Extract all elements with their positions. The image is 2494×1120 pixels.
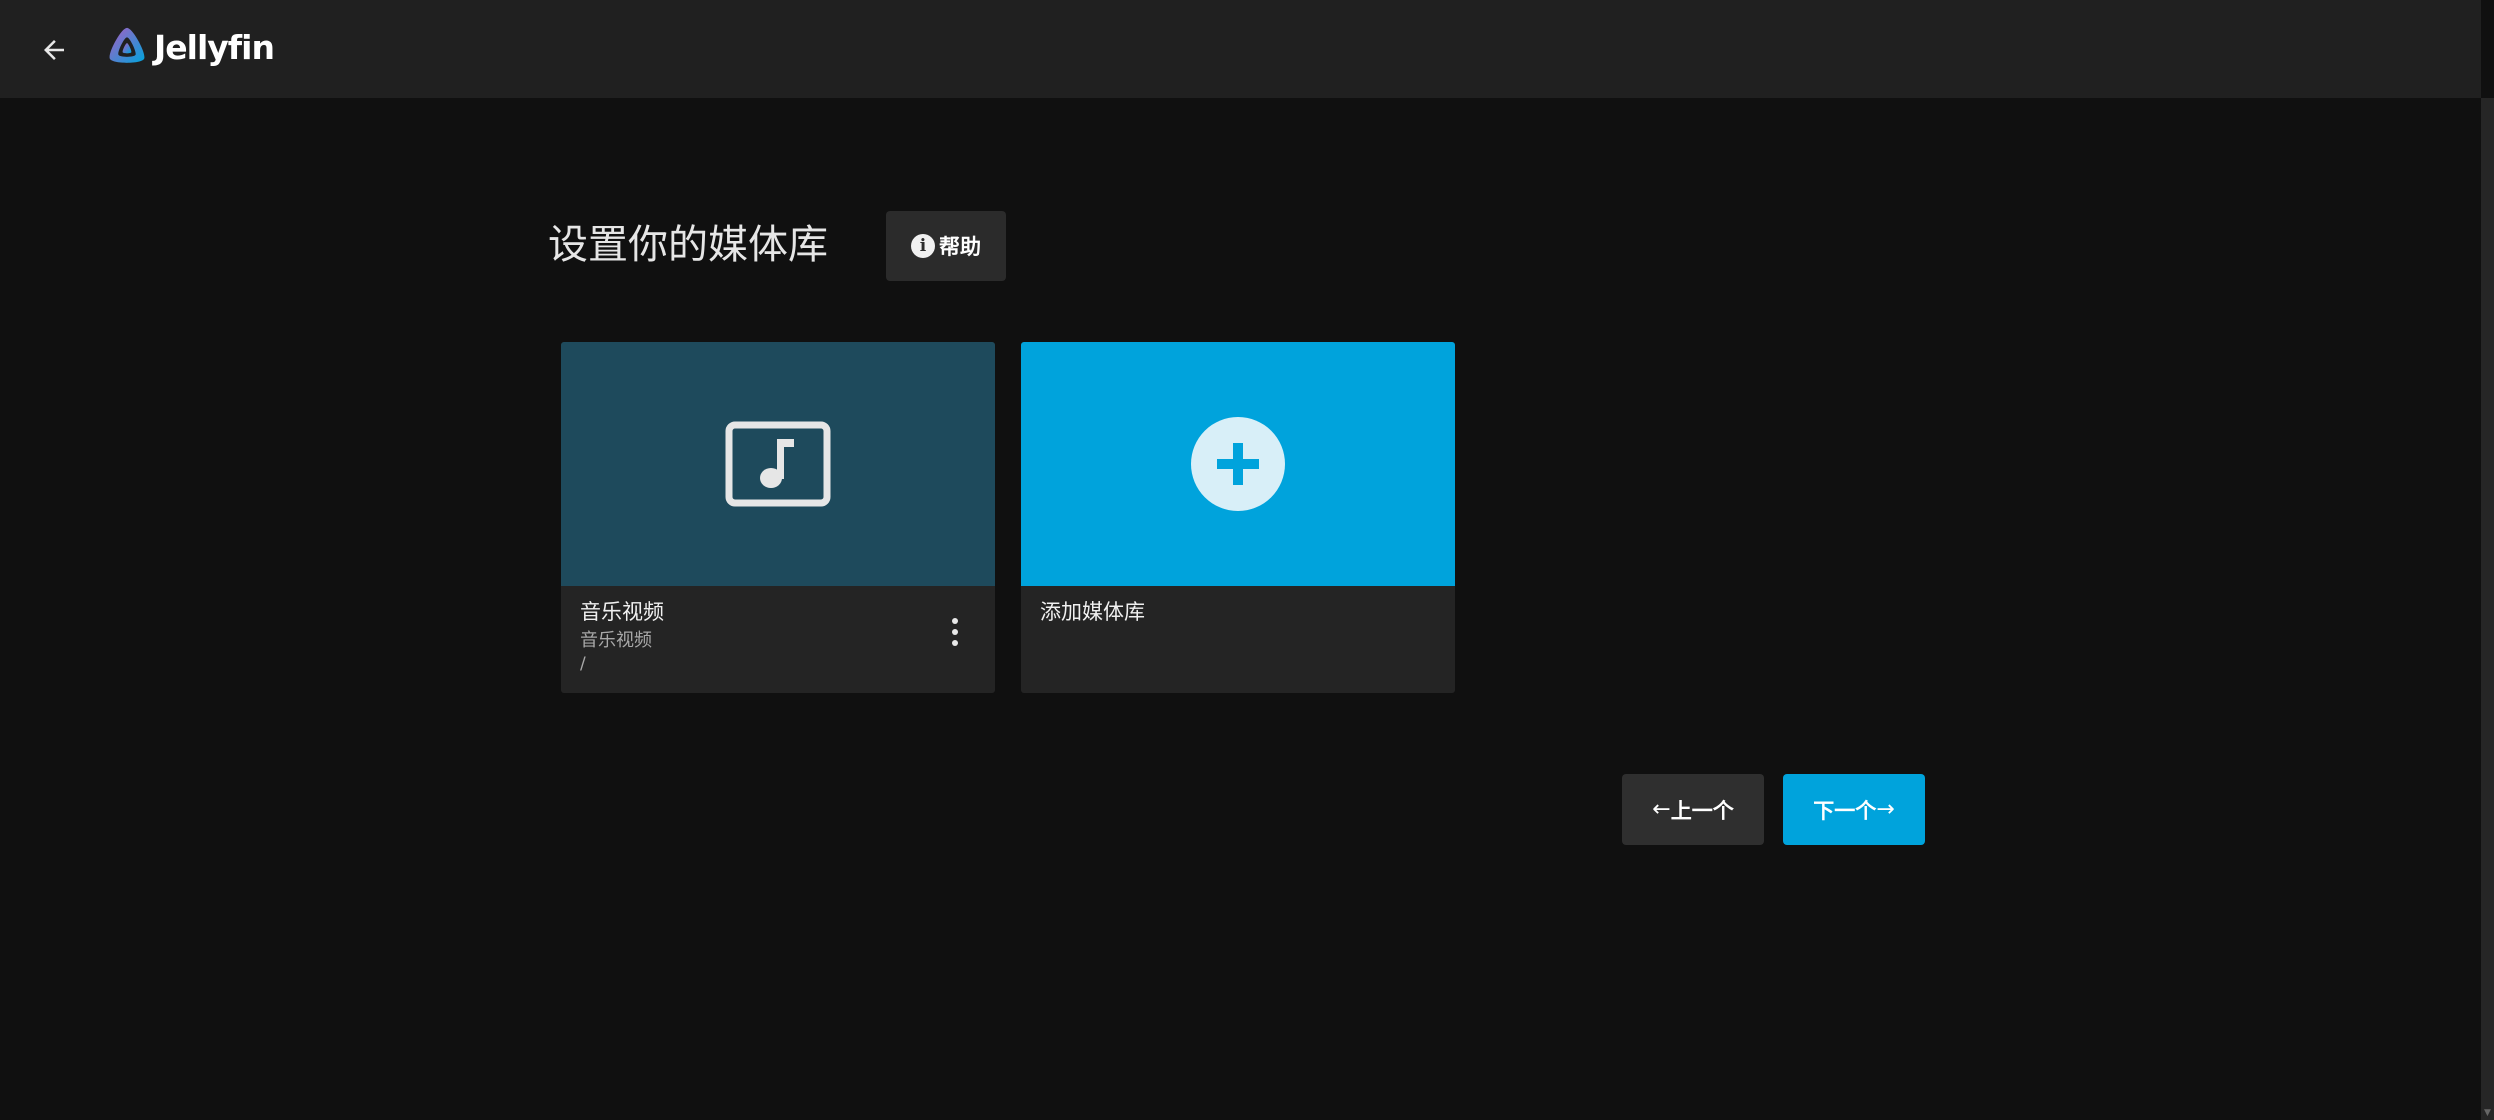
page-title: 设置你的媒体库 [548, 222, 828, 268]
help-label: 帮助 [939, 235, 981, 259]
help-button[interactable]: i 帮助 [886, 211, 1006, 281]
library-path: / [580, 654, 586, 674]
next-button[interactable]: 下一个 → [1783, 774, 1925, 845]
previous-label: 上一个 [1670, 798, 1734, 823]
arrow-left-icon [44, 40, 64, 60]
jellyfin-logo[interactable]: Jellyfin [104, 24, 275, 70]
arrow-left-icon: ← [1652, 797, 1671, 822]
library-title: 音乐视频 [580, 600, 664, 624]
music-video-icon [725, 421, 831, 507]
add-library-card[interactable]: 添加媒体库 [1021, 342, 1455, 693]
back-button[interactable] [30, 26, 78, 74]
next-label: 下一个 [1813, 798, 1877, 823]
scroll-down-icon[interactable]: ▼ [2483, 1109, 2492, 1118]
more-vert-icon [952, 618, 958, 624]
app-header: Jellyfin [0, 0, 2481, 98]
jellyfin-logo-icon [109, 27, 145, 63]
add-library-title: 添加媒体库 [1040, 600, 1145, 624]
scrollbar[interactable]: ▼ [2481, 98, 2494, 1120]
library-menu-button[interactable] [943, 614, 967, 650]
library-type: 音乐视频 [580, 630, 652, 651]
library-card-image[interactable] [561, 342, 995, 586]
more-vert-icon-dot [952, 629, 958, 635]
add-library-card-image[interactable] [1021, 342, 1455, 586]
app-name: Jellyfin [154, 27, 275, 67]
library-card[interactable]: 音乐视频 音乐视频 / [561, 342, 995, 693]
info-icon: i [911, 234, 935, 258]
more-vert-icon-dot [952, 640, 958, 646]
arrow-right-icon: → [1876, 797, 1895, 822]
previous-button[interactable]: ← 上一个 [1622, 774, 1764, 845]
add-icon [1191, 417, 1285, 511]
